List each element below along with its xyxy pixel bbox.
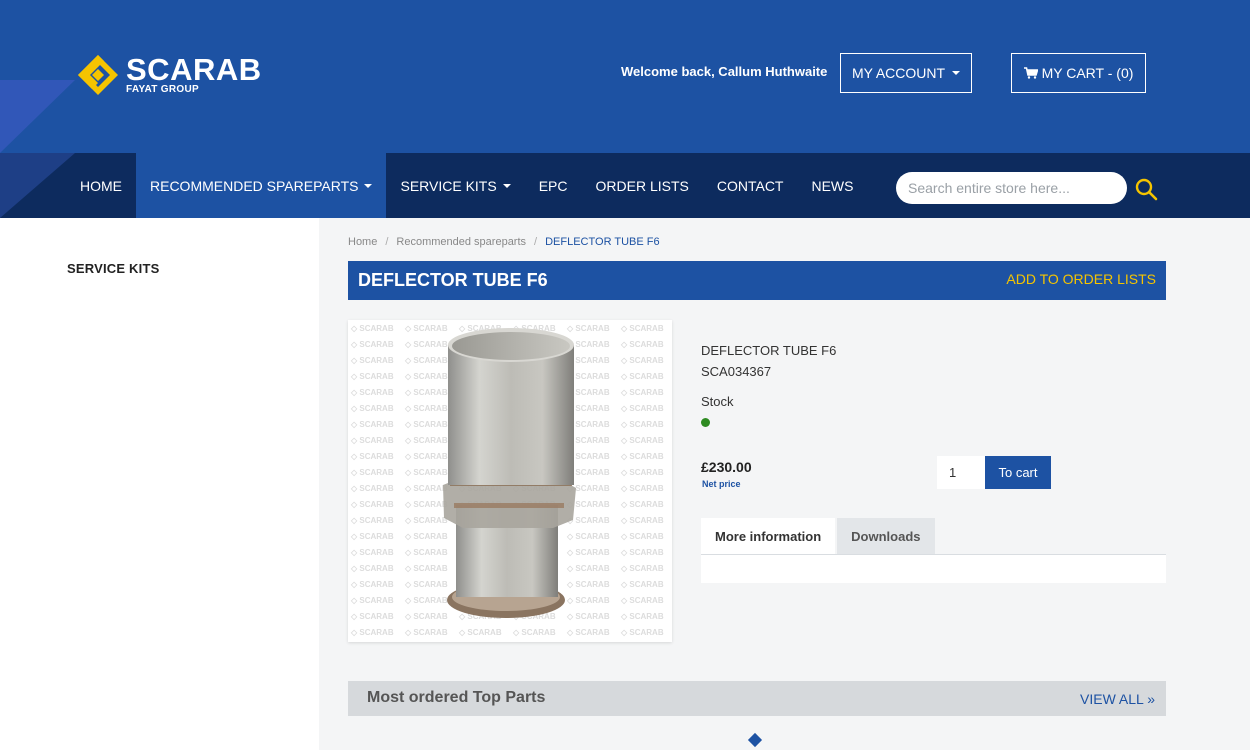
nav-news[interactable]: NEWS [797, 153, 867, 218]
logo-name: SCARAB [126, 52, 262, 87]
product-image[interactable]: ◇ SCARAB [348, 320, 672, 642]
header-decoration [0, 80, 75, 153]
add-to-cart-button[interactable]: To cart [985, 456, 1051, 489]
nav-news-label: NEWS [811, 177, 854, 194]
nav-contact-label: CONTACT [716, 177, 784, 194]
nav-contact[interactable]: CONTACT [703, 153, 798, 218]
top-parts-header: Most ordered Top Parts VIEW ALL » [348, 681, 1166, 716]
nav-home[interactable]: HOME [66, 153, 136, 218]
cart-icon [1023, 67, 1038, 79]
breadcrumb-parent[interactable]: Recommended spareparts [396, 236, 526, 248]
view-all-link[interactable]: VIEW ALL » [1080, 691, 1155, 707]
nav-service-kits-label: SERVICE KITS [400, 177, 497, 194]
caret-down-icon [952, 71, 961, 75]
breadcrumb-separator: / [534, 236, 538, 248]
search-icon[interactable] [1134, 177, 1158, 201]
product-title-bar: DEFLECTOR TUBE F6 ADD TO ORDER LISTS [348, 261, 1166, 300]
nav-decoration [0, 153, 75, 218]
product-info: DEFLECTOR TUBE F6 SCA034367 [701, 340, 836, 382]
nav-service-kits[interactable]: SERVICE KITS [386, 153, 524, 218]
page-title: DEFLECTOR TUBE F6 [358, 270, 548, 290]
site-header: SCARAB FAYAT GROUP Welcome back, Callum … [0, 0, 1250, 153]
stock-status-indicator [701, 418, 710, 427]
product-price: £230.00 [701, 459, 752, 475]
product-tabs: More information Downloads [701, 518, 935, 555]
logo-mark-icon [78, 55, 118, 95]
nav-epc[interactable]: EPC [525, 153, 582, 218]
my-cart-label: MY CART - (0) [1041, 65, 1134, 81]
product-name: DEFLECTOR TUBE F6 [701, 343, 837, 358]
tab-more-information[interactable]: More information [701, 518, 836, 555]
stock-label: Stock [701, 394, 734, 409]
price-note: Net price [702, 479, 741, 489]
breadcrumb-home[interactable]: Home [348, 236, 377, 248]
welcome-message: Welcome back, Callum Huthwaite [621, 64, 828, 79]
tab-downloads[interactable]: Downloads [837, 518, 935, 555]
nav-home-label: HOME [80, 177, 122, 194]
carousel-indicator[interactable] [747, 732, 763, 748]
breadcrumb: Home / Recommended spareparts / DEFLECTO… [348, 236, 660, 248]
breadcrumb-separator: / [385, 236, 389, 248]
search-input[interactable] [896, 172, 1127, 204]
my-account-button[interactable]: MY ACCOUNT [840, 53, 972, 93]
caret-down-icon [502, 183, 511, 188]
nav-order-lists-label: ORDER LISTS [595, 177, 689, 194]
caret-down-icon [364, 183, 373, 188]
my-cart-button[interactable]: MY CART - (0) [1011, 53, 1146, 93]
top-parts-title: Most ordered Top Parts [367, 689, 546, 706]
breadcrumb-current: DEFLECTOR TUBE F6 [545, 236, 660, 248]
scarab-logo[interactable]: SCARAB FAYAT GROUP [76, 53, 262, 97]
my-account-label: MY ACCOUNT [851, 65, 946, 81]
nav-epc-label: EPC [538, 177, 568, 194]
product-sku: SCA034367 [701, 364, 772, 379]
sidebar: SERVICE KITS [0, 218, 319, 750]
nav-order-lists[interactable]: ORDER LISTS [582, 153, 703, 218]
nav-recommended-spareparts[interactable]: RECOMMENDED SPAREPARTS [136, 153, 387, 218]
add-to-order-lists-link[interactable]: ADD TO ORDER LISTS [1006, 271, 1156, 287]
nav-recommended-label: RECOMMENDED SPAREPARTS [150, 177, 359, 194]
tab-panel [701, 554, 1166, 583]
product-photo: ◇ SCARAB [348, 320, 672, 642]
quantity-input[interactable] [937, 456, 985, 489]
sidebar-title-service-kits[interactable]: SERVICE KITS [67, 261, 159, 276]
